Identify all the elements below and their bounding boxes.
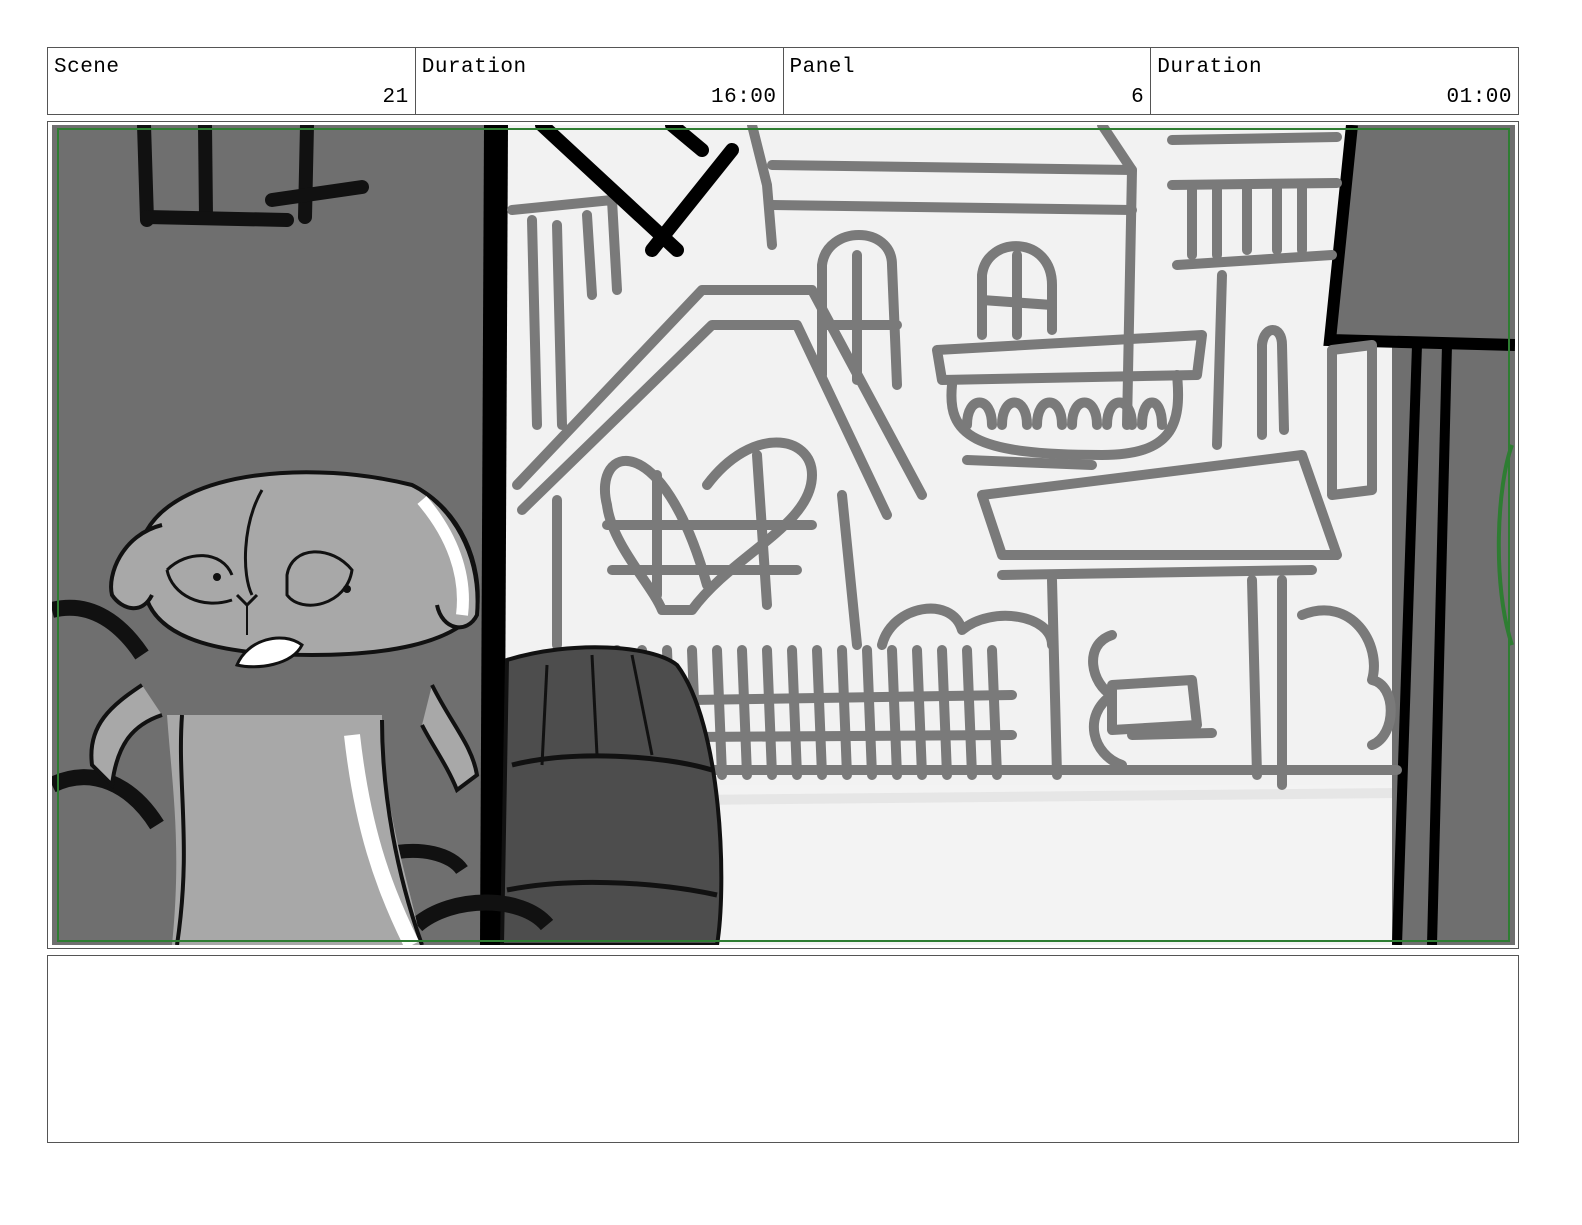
scene-label: Scene <box>54 56 120 79</box>
panel-duration-label: Duration <box>1157 56 1263 79</box>
panel-label: Panel <box>789 56 856 79</box>
scene-number: 21 <box>382 86 409 109</box>
panel-cell: Panel 6 <box>784 48 1152 114</box>
scene-cell: Scene 21 <box>48 48 416 114</box>
storyboard-header: Scene 21 Duration 16:00 Panel 6 Duration… <box>47 47 1519 115</box>
panel-number: 6 <box>1131 86 1145 109</box>
storyboard-drawing <box>52 125 1515 945</box>
panel-duration-value: 01:00 <box>1446 86 1512 109</box>
notes-box <box>47 955 1519 1143</box>
scene-duration-cell: Duration 16:00 <box>416 48 784 114</box>
panel-duration-cell: Duration 01:00 <box>1151 48 1518 114</box>
scene-duration-value: 16:00 <box>710 86 777 109</box>
sketch-illustration <box>52 125 1515 945</box>
scene-duration-label: Duration <box>421 56 527 79</box>
